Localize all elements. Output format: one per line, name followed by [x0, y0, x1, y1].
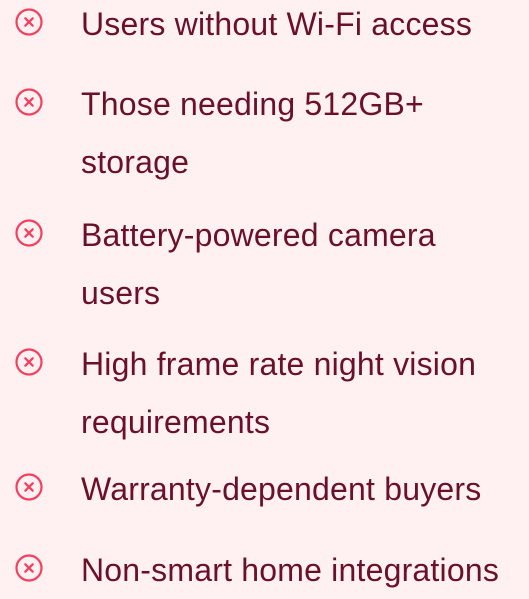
- list-item-label: Warranty-dependent buyers: [81, 471, 482, 507]
- x-circle-icon: [15, 8, 43, 36]
- x-circle-icon: [15, 219, 43, 247]
- x-circle-icon: [15, 554, 43, 582]
- x-circle-icon: [15, 88, 43, 116]
- list-item-label: Battery-powered camera users: [81, 217, 436, 311]
- x-circle-icon: [15, 473, 43, 501]
- list-item-label: Non-smart home integrations: [81, 552, 500, 588]
- cons-list: Users without Wi-Fi access Those needing…: [0, 0, 529, 588]
- list-item-label: Users without Wi-Fi access: [81, 6, 473, 42]
- list-item-label: Those needing 512GB+ storage: [81, 86, 424, 180]
- list-item-label: High frame rate night vision requirement…: [81, 346, 477, 440]
- x-circle-icon: [15, 348, 43, 376]
